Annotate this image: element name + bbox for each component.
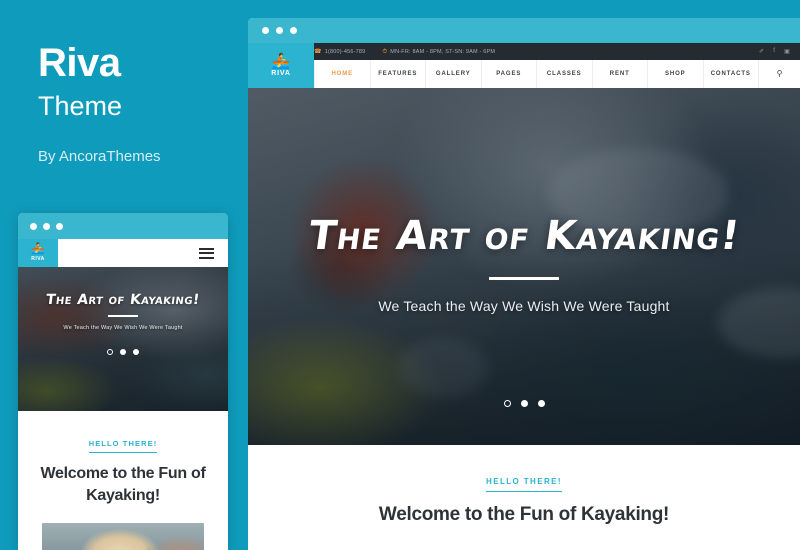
desktop-logo-word: RIVA	[271, 70, 291, 77]
nav-item-pages[interactable]: PAGES	[480, 60, 537, 88]
desktop-browser-chrome	[248, 18, 800, 43]
mobile-hero-divider	[108, 315, 138, 317]
hero-content: The Art of Kayaking! We Teach the Way We…	[248, 88, 800, 445]
screenshot-stage: Riva Theme By AncoraThemes 🚣 RIVA The Ar…	[0, 0, 800, 550]
hero-title: The Art of Kayaking!	[305, 213, 743, 259]
hamburger-bar	[198, 247, 214, 250]
mobile-logo-word: RIVA	[31, 256, 45, 262]
nav-item-contacts[interactable]: CONTACTS	[702, 60, 759, 88]
clock-icon: ⏱	[382, 48, 388, 55]
topbar-phone[interactable]: ☎ 1(800)-456-789	[314, 49, 365, 55]
hero-slider-dot-2[interactable]	[520, 400, 528, 407]
hamburger-menu-icon[interactable]	[192, 239, 220, 267]
theme-name: Riva	[38, 41, 121, 85]
intro-section: HELLO THERE! Welcome to the Fun of Kayak…	[248, 445, 800, 526]
theme-author: By AncoraThemes	[38, 147, 161, 165]
hero-slider: The Art of Kayaking! We Teach the Way We…	[248, 88, 800, 445]
site-navigation-bar: 🚣 RIVA HOME FEATURES GALLERY PAGES CLASS…	[248, 43, 800, 88]
instagram-icon[interactable]: ▣	[784, 48, 790, 55]
hero-subtitle: We Teach the Way We Wish We Were Taught	[378, 298, 670, 314]
kayaker-icon: 🚣	[271, 53, 291, 70]
title-block: Riva Theme By AncoraThemes	[38, 42, 238, 165]
phone-icon: ☎	[314, 48, 322, 55]
mobile-slider-dot-2[interactable]	[120, 349, 126, 355]
nav-item-home[interactable]: HOME	[314, 60, 370, 88]
mobile-intro-section: HELLO THERE! Welcome to the Fun of Kayak…	[18, 411, 228, 550]
mobile-section-heading: Welcome to the Fun of Kayaking!	[40, 465, 206, 504]
hero-divider	[489, 277, 559, 280]
kayaker-icon: 🚣	[31, 243, 45, 255]
mobile-browser-chrome	[18, 213, 228, 239]
facebook-icon[interactable]: f	[773, 48, 775, 55]
mobile-hero-title: The Art of Kayaking!	[45, 292, 201, 308]
hero-slider-dots	[248, 400, 800, 407]
hamburger-bar	[198, 252, 214, 254]
chrome-dot-maximize[interactable]	[56, 222, 63, 230]
chrome-dot-minimize[interactable]	[43, 222, 50, 230]
nav-item-shop[interactable]: SHOP	[647, 60, 703, 88]
mobile-hero-slider: The Art of Kayaking! We Teach the Way We…	[18, 267, 228, 411]
chrome-dot-close[interactable]	[262, 27, 269, 34]
mobile-hero-subtitle: We Teach the Way We Wish We Were Taught	[63, 325, 183, 331]
hamburger-bar	[198, 256, 214, 259]
nav-item-classes[interactable]: CLASSES	[536, 60, 592, 88]
intro-heading: Welcome to the Fun of Kayaking!	[378, 504, 670, 525]
search-icon[interactable]: ⚲	[758, 60, 800, 88]
mobile-feature-photo	[42, 523, 204, 550]
desktop-logo[interactable]: 🚣 RIVA	[248, 43, 314, 88]
main-menu: HOME FEATURES GALLERY PAGES CLASSES RENT…	[314, 60, 800, 88]
mobile-slider-dots	[107, 349, 139, 355]
nav-item-rent[interactable]: RENT	[591, 60, 648, 88]
topbar-phone-text: 1(800)-456-789	[324, 48, 366, 55]
chrome-dot-minimize[interactable]	[276, 27, 283, 34]
mobile-slider-dot-1[interactable]	[107, 349, 113, 355]
site-topbar: ☎ 1(800)-456-789 ⏱ MN-FR: 8AM - 8PM, ST-…	[248, 43, 800, 60]
hero-slider-dot-3[interactable]	[537, 400, 545, 407]
mobile-eyebrow-text: HELLO THERE!	[88, 439, 158, 453]
desktop-preview-mockup: ☎ 1(800)-456-789 ⏱ MN-FR: 8AM - 8PM, ST-…	[248, 18, 800, 550]
left-info-panel: Riva Theme By AncoraThemes 🚣 RIVA The Ar…	[0, 0, 248, 550]
topbar-hours-text: MN-FR: 8AM - 8PM, ST-SN: 9AM - 6PM	[390, 48, 496, 55]
topbar-social-links: ✐ f ▣	[759, 48, 790, 55]
topbar-hours: ⏱ MN-FR: 8AM - 8PM, ST-SN: 9AM - 6PM	[382, 49, 495, 55]
hero-slider-dot-1[interactable]	[503, 400, 511, 407]
intro-eyebrow-text: HELLO THERE!	[486, 477, 562, 492]
twitter-icon[interactable]: ✐	[759, 48, 764, 55]
nav-item-features[interactable]: FEATURES	[369, 60, 426, 88]
chrome-dot-close[interactable]	[30, 222, 37, 230]
chrome-dot-maximize[interactable]	[290, 27, 297, 34]
mobile-slider-dot-3[interactable]	[133, 349, 139, 355]
mobile-logo[interactable]: 🚣 RIVA	[18, 239, 58, 267]
theme-subtitle: Theme	[38, 91, 123, 121]
mobile-preview-mockup: 🚣 RIVA The Art of Kayaking! We Teach the…	[18, 213, 228, 550]
mobile-site-header: 🚣 RIVA	[18, 239, 228, 267]
nav-item-gallery[interactable]: GALLERY	[425, 60, 481, 88]
